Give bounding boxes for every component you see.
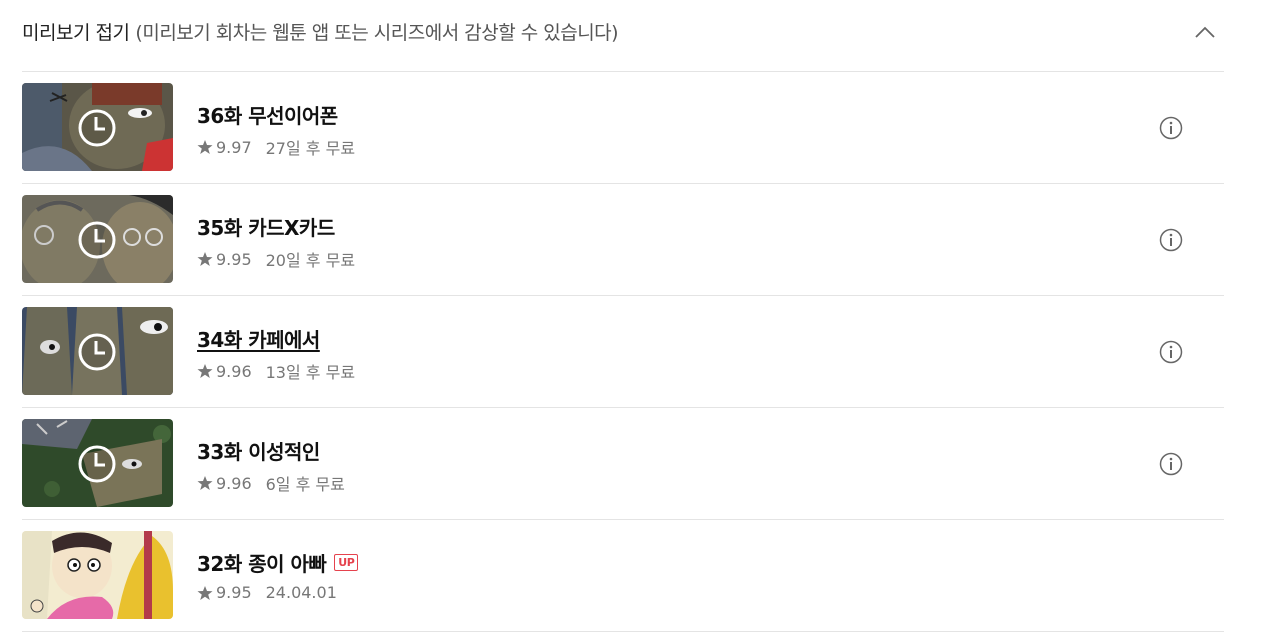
episode-date: 24.04.01 [265,583,337,602]
preview-header: 미리보기 접기 (미리보기 회차는 웹툰 앱 또는 시리즈에서 감상할 수 있습니… [22,0,1224,72]
episode-meta: 9.95 20일 후 무료 [197,247,355,271]
episode-title[interactable]: 33화 이성적인 [197,436,345,465]
episode-status: 27일 후 무료 [265,139,356,158]
episode-rating: 9.95 [216,583,252,602]
episode-status: 13일 후 무료 [265,363,356,382]
episode-meta: 9.96 6일 후 무료 [197,471,345,495]
episode-info: 33화 이성적인 9.96 6일 후 무료 [197,436,345,495]
episode-title[interactable]: 32화 종이 아빠 UP [197,548,359,577]
episode-list: 36화 무선이어폰 9.97 27일 후 무료 35화 카드X카드 9.95 2… [22,72,1224,632]
episode-title[interactable]: 36화 무선이어폰 [197,100,355,129]
collapse-preview-button[interactable] [1190,18,1220,48]
clock-icon [78,221,116,259]
info-icon[interactable] [1159,452,1183,476]
header-subtitle: (미리보기 회차는 웹툰 앱 또는 시리즈에서 감상할 수 있습니다) [135,22,619,44]
episode-thumbnail[interactable] [22,419,173,507]
episode-row-36[interactable]: 36화 무선이어폰 9.97 27일 후 무료 [22,72,1224,184]
episode-row-33[interactable]: 33화 이성적인 9.96 6일 후 무료 [22,408,1224,520]
episode-thumbnail[interactable] [22,531,173,619]
episode-info: 34화 카페에서 9.96 13일 후 무료 [197,324,355,383]
star-icon [197,476,213,490]
episode-rating: 9.96 [216,361,252,381]
chevron-up-icon [1195,26,1215,38]
episode-title-text: 34화 카페에서 [197,328,320,352]
episode-title-text: 36화 무선이어폰 [197,104,338,128]
clock-icon [78,445,116,483]
episode-info: 35화 카드X카드 9.95 20일 후 무료 [197,212,355,271]
star-icon [197,364,213,378]
star-icon [197,252,213,266]
preview-section: 미리보기 접기 (미리보기 회차는 웹툰 앱 또는 시리즈에서 감상할 수 있습니… [22,0,1224,640]
episode-row-34[interactable]: 34화 카페에서 9.96 13일 후 무료 [22,296,1224,408]
episode-thumbnail[interactable] [22,83,173,171]
info-icon[interactable] [1159,340,1183,364]
episode-thumbnail[interactable] [22,195,173,283]
info-icon[interactable] [1159,116,1183,140]
episode-info: 32화 종이 아빠 UP 9.95 24.04.01 [197,548,359,602]
episode-thumbnail[interactable] [22,307,173,395]
episode-title-text: 33화 이성적인 [197,440,320,464]
episode-status: 6일 후 무료 [265,475,345,494]
episode-meta: 9.95 24.04.01 [197,583,358,602]
header-title: 미리보기 접기 (미리보기 회차는 웹툰 앱 또는 시리즈에서 감상할 수 있습니… [22,18,619,45]
episode-rating: 9.95 [216,249,252,269]
header-title-main: 미리보기 접기 [22,22,130,44]
episode-row-35[interactable]: 35화 카드X카드 9.95 20일 후 무료 [22,184,1224,296]
episode-title[interactable]: 35화 카드X카드 [197,212,355,241]
episode-title-text: 35화 카드X카드 [197,216,335,240]
up-badge: UP [334,554,359,571]
star-icon [197,585,213,600]
clock-icon [78,333,116,371]
info-icon[interactable] [1159,228,1183,252]
episode-meta: 9.97 27일 후 무료 [197,135,355,159]
episode-info: 36화 무선이어폰 9.97 27일 후 무료 [197,100,355,159]
episode-rating: 9.96 [216,473,252,493]
episode-title-text: 32화 종이 아빠 [197,552,327,576]
episode-meta: 9.96 13일 후 무료 [197,359,355,383]
episode-status: 20일 후 무료 [265,251,356,270]
episode-rating: 9.97 [216,137,252,157]
star-icon [197,140,213,154]
clock-icon [78,109,116,147]
episode-title[interactable]: 34화 카페에서 [197,324,355,353]
episode-row-32[interactable]: 32화 종이 아빠 UP 9.95 24.04.01 [22,520,1224,632]
